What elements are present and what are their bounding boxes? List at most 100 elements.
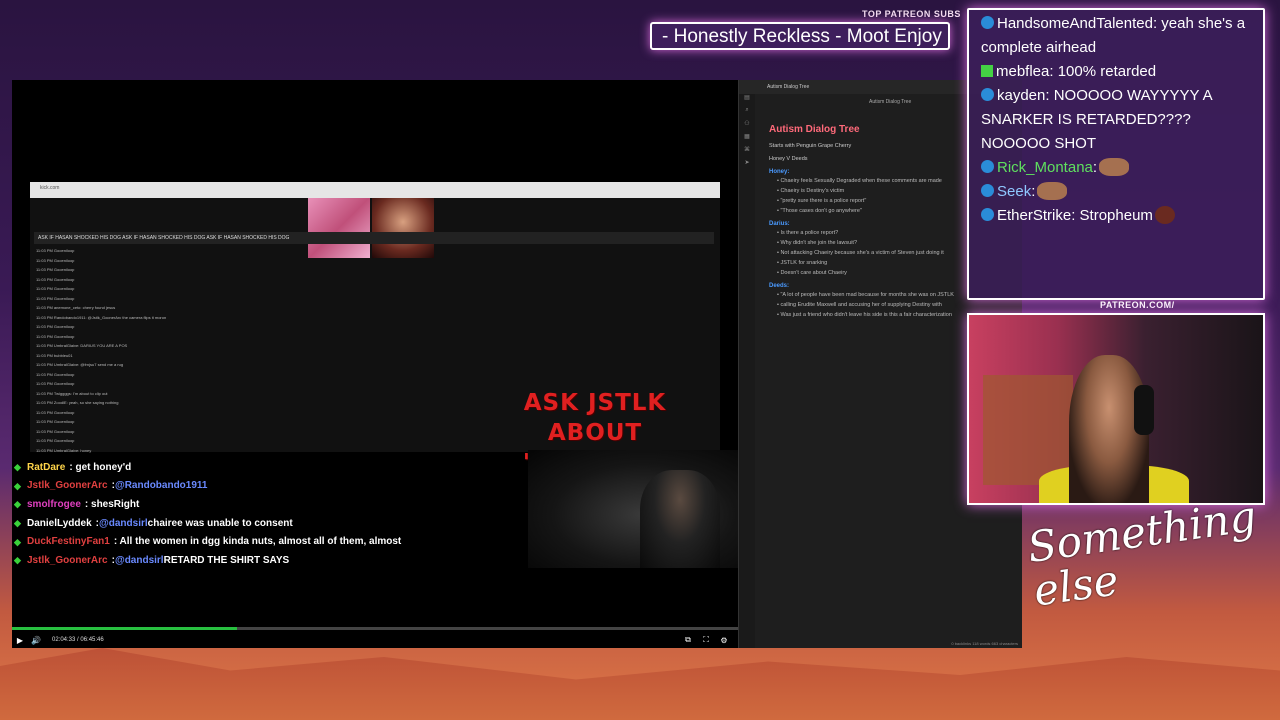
chat-message: ◆ Jstlk_GoonerArc: @dandsirl RETARD THE S… — [14, 551, 524, 570]
browser-chat-row: 11:03 PM Gooeniloop — [36, 257, 75, 263]
note-section-heading: Honey: — [769, 169, 790, 175]
patreon-label: TOP PATREON SUBS — [862, 9, 961, 19]
browser-chat-row: 11:03 PM Randobando1911: @Jstlk_GoonerAr… — [36, 314, 167, 320]
chat-username[interactable]: Seek — [997, 183, 1031, 200]
platform-icon — [981, 16, 994, 29]
chat-message: Rick_Montana: — [981, 156, 1251, 180]
note-bullet: • "Those cases don't go anywhere" — [777, 208, 862, 214]
browser-banner: ASK IF HASAN SHOCKED HIS DOG ASK IF HASA… — [34, 232, 714, 244]
chat-username[interactable]: Jstlk_GoonerArc — [27, 480, 108, 491]
chat-username[interactable]: Rick_Montana — [997, 159, 1093, 176]
command-icon[interactable]: ⌘ — [739, 146, 755, 159]
chat-username[interactable]: DuckFestinyFan1 — [27, 536, 110, 547]
platform-icon — [981, 160, 994, 173]
chat-text: chairee was unable to consent — [147, 517, 293, 529]
browser-chat-row: 11:03 PM ZoodlE: yeah, so she saying not… — [36, 400, 119, 405]
chat-username[interactable]: DanielLyddek — [27, 518, 92, 529]
chat-message: ◆ DanielLyddek: @dandsirl chairee was una… — [14, 514, 524, 533]
note-bullet: • Not attacking Chaeiry because she's a … — [777, 250, 944, 256]
settings-icon[interactable]: ⚙ — [716, 632, 732, 648]
note-bullet: • Was just a friend who didn't leave his… — [777, 312, 952, 318]
browser-chat-row: 11:03 PM UmbralGlaive: @frnjsu7 send me … — [36, 362, 124, 367]
chat-username[interactable]: EtherStrike — [997, 207, 1071, 224]
chat-username[interactable]: RatDare — [27, 462, 65, 473]
note-bullet: • calling Erudite Maxwell and accusing h… — [777, 302, 942, 308]
browser-chat-row: 11:03 PM Gooeniloop — [36, 333, 75, 339]
note-section-heading: Deeds: — [769, 283, 790, 289]
chat-message: mebflea: 100% retarded — [981, 60, 1251, 84]
browser-chat-row: 11:03 PM bubbleu01 — [36, 352, 73, 358]
note-title: Autism Dialog Tree — [769, 124, 860, 135]
chat-message: HandsomeAndTalented: yeah she's a comple… — [981, 12, 1251, 60]
badge-icon: ◆ — [14, 499, 21, 510]
graph-icon[interactable]: ⚇ — [739, 120, 755, 133]
chat-username[interactable]: kayden — [997, 87, 1045, 104]
note-bullet: • Is there a police report? — [777, 230, 839, 236]
chat-message: ◆ DuckFestinyFan1: All the women in dgg k… — [14, 532, 524, 551]
browser-chat-row: 11:03 PM Gooeniloop — [36, 267, 75, 272]
chat-message: Seek: — [981, 180, 1251, 204]
chat-mention[interactable]: @dandsirl — [115, 555, 164, 566]
streamer-webcam — [967, 313, 1265, 505]
overlay-chat: ◆ RatDare : get honey'd ◆ Jstlk_GoonerArc: @… — [14, 458, 524, 570]
note-bullet: • Chaeiry feels Sexually Degraded when t… — [777, 178, 942, 184]
chat-message: kayden: NOOOOO WAYYYYY A SNARKER IS RETA… — [981, 84, 1251, 156]
chat-text: : 100% retarded — [1049, 63, 1157, 80]
chat-text: : — [1092, 159, 1098, 176]
note-bullet: • JSTLK for snarking — [777, 260, 828, 266]
platform-icon — [981, 208, 994, 221]
browser-chat-row: 11:03 PM Gooeniloop — [36, 286, 75, 291]
browser-chat-row: 11:03 PM Gooeniloop — [36, 438, 75, 443]
chat-username[interactable]: HandsomeAndTalented — [997, 15, 1153, 32]
volume-icon[interactable]: 🔊 — [28, 632, 44, 648]
chat-text: : Stropheum — [1071, 207, 1153, 224]
browser-chat-row: 11:03 PM Twiggggs: I'm about to clip out — [36, 390, 108, 396]
person-silhouette — [640, 470, 720, 568]
browser-chat-row: 11:03 PM Gooeniloop — [36, 371, 75, 377]
chat-message: ◆ RatDare: get honey'd — [14, 458, 524, 477]
badge-icon: ◆ — [14, 518, 21, 529]
browser-chat-row: 11:03 PM Gooeniloop — [36, 428, 75, 434]
browser-chat-row: 11:03 PM Gooeniloop — [36, 295, 75, 301]
note-content[interactable]: Autism Dialog Tree Starts with Penguin G… — [769, 124, 995, 322]
note-bullet: • "pretty sure there is a police report" — [777, 198, 867, 204]
chat-mention[interactable]: @Randobando1911 — [115, 480, 208, 491]
chat-text: : shesRight — [84, 498, 140, 510]
chat-text: : All the women in dgg kinda nuts, almos… — [113, 536, 402, 548]
player-controls: ▶ 🔊 02:04:33 / 06:45:46 ⧉ ⛶ ⚙ — [12, 632, 738, 648]
chat-username[interactable]: Jstlk_GoonerArc — [27, 555, 108, 566]
progress-bar[interactable] — [12, 627, 738, 630]
progress-fill — [12, 627, 238, 630]
time-display: 02:04:33 / 06:45:46 — [52, 637, 104, 643]
chat-username[interactable]: mebflea — [996, 63, 1049, 80]
headphones — [1134, 385, 1154, 435]
chat-username[interactable]: smolfrogee — [27, 499, 81, 510]
patreon-url-label: PATREON.COM/ — [1100, 300, 1175, 310]
calendar-icon[interactable]: ▦ — [739, 133, 755, 146]
pip-icon[interactable]: ⧉ — [680, 632, 696, 648]
chat-panel: HandsomeAndTalented: yeah she's a comple… — [967, 8, 1265, 300]
note-bullet: • Why didn't she join the lawsuit? — [777, 240, 858, 246]
badge-icon: ◆ — [14, 555, 21, 566]
files-icon[interactable]: ▤ — [739, 94, 755, 107]
browser-chat-row: 11:03 PM Gooeniloop — [36, 248, 75, 253]
fullscreen-icon[interactable]: ⛶ — [698, 632, 714, 648]
browser-chat-row: 11:03 PM Gooeniloop — [36, 276, 75, 282]
chat-message: EtherStrike: Stropheum — [981, 204, 1251, 228]
chat-message: ◆ Jstlk_GoonerArc: @Randobando1911 — [14, 477, 524, 496]
platform-icon — [981, 88, 994, 101]
search-icon[interactable]: ⌕ — [739, 107, 755, 120]
browser-chat-row: 11:03 PM Gooeniloop — [36, 419, 75, 424]
chat-text: : get honey'd — [69, 461, 132, 473]
emote-icon — [1154, 206, 1175, 224]
play-icon[interactable]: ▶ — [12, 632, 28, 648]
send-icon[interactable]: ➤ — [739, 159, 755, 172]
browser-chat-rows: 11:03 PM Gooeniloop 11:03 PM Gooeniloop 11… — [36, 248, 336, 457]
kick-icon — [981, 65, 993, 77]
badge-icon: ◆ — [14, 536, 21, 547]
browser-chat-row: 11:03 PM UmbralGlaive: DARIUS YOU ARE A … — [36, 343, 128, 348]
browser-url: kick.com — [40, 185, 60, 191]
emote-icon — [1037, 182, 1068, 200]
chat-mention[interactable]: @dandsirl — [99, 518, 148, 529]
note-section-heading: Darius: — [769, 221, 790, 227]
